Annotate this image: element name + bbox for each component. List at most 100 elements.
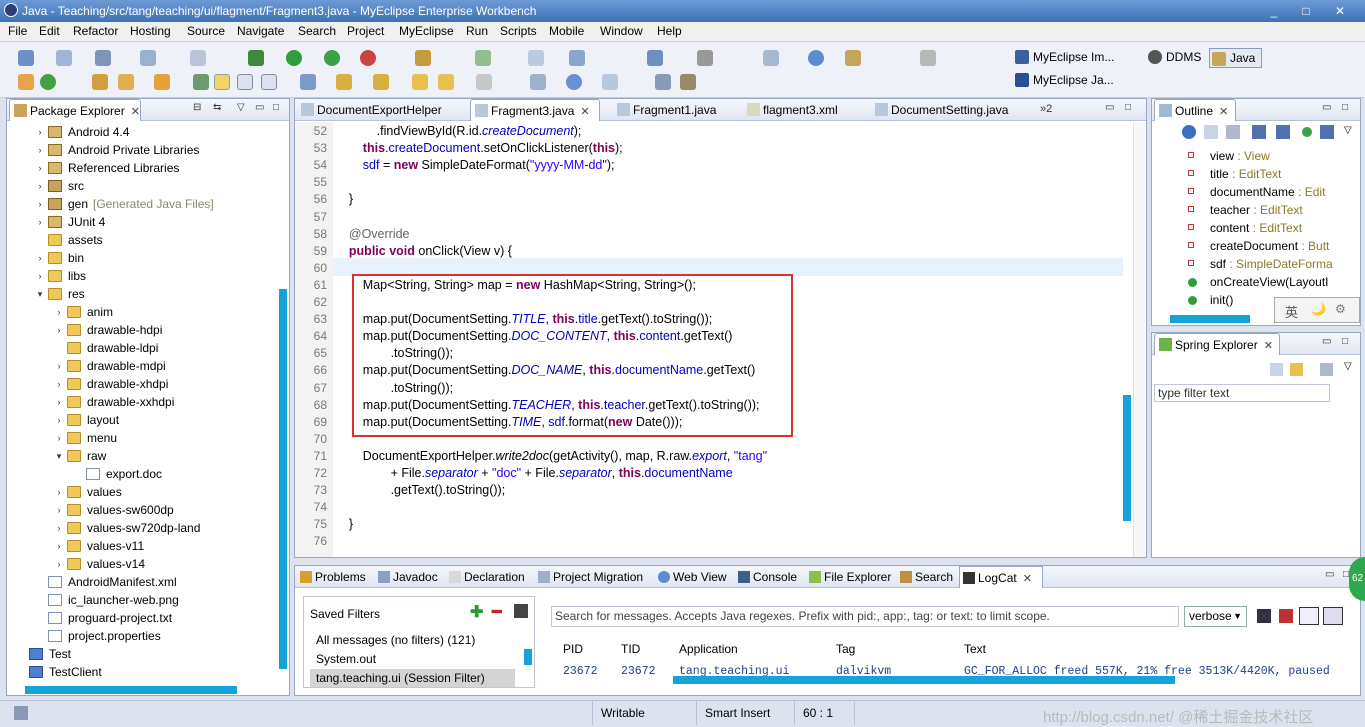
- globe-icon[interactable]: [808, 50, 824, 66]
- chevron-right-icon[interactable]: ›: [55, 429, 63, 447]
- block-icon[interactable]: [237, 74, 253, 90]
- run-icon[interactable]: [286, 50, 302, 66]
- open-folder-icon[interactable]: [92, 74, 108, 90]
- link-icon[interactable]: [1290, 363, 1303, 376]
- chevron-right-icon[interactable]: ›: [55, 321, 63, 339]
- view-menu-icon[interactable]: ▽: [1344, 361, 1352, 372]
- chevron-right-icon[interactable]: ›: [36, 177, 44, 195]
- last-edit-icon[interactable]: [412, 74, 428, 90]
- stop-icon[interactable]: [360, 50, 376, 66]
- col-tag[interactable]: Tag: [836, 642, 855, 656]
- menu-window[interactable]: Window: [600, 24, 643, 38]
- minimize-button[interactable]: _: [1265, 3, 1283, 19]
- chevron-right-icon[interactable]: ›: [55, 393, 63, 411]
- save-log-icon[interactable]: [1257, 609, 1271, 623]
- chevron-right-icon[interactable]: ›: [55, 303, 63, 321]
- web-icon[interactable]: [566, 74, 582, 90]
- tab-document-export-helper[interactable]: DocumentExportHelper: [297, 99, 467, 121]
- chevron-right-icon[interactable]: ›: [55, 483, 63, 501]
- code-line[interactable]: }: [335, 191, 353, 208]
- save-icon[interactable]: [56, 50, 72, 66]
- menu-project[interactable]: Project: [347, 24, 384, 38]
- close-tab-icon[interactable]: ✕: [580, 101, 589, 123]
- code-line[interactable]: DocumentExportHelper.write2doc(getActivi…: [335, 448, 767, 465]
- menu-help[interactable]: Help: [657, 24, 682, 38]
- outline-item[interactable]: teacher : EditText: [1188, 201, 1303, 219]
- forward-icon[interactable]: [476, 74, 492, 90]
- tab-package-explorer[interactable]: Package Explorer ✕: [9, 99, 141, 121]
- chevron-down-icon[interactable]: ▾: [36, 285, 44, 303]
- chevron-right-icon[interactable]: ›: [55, 519, 63, 537]
- window-icon[interactable]: [602, 74, 618, 90]
- print-icon[interactable]: [95, 50, 111, 66]
- notification-badge[interactable]: 62: [1349, 557, 1365, 601]
- minimize-view-icon[interactable]: ▭: [1322, 336, 1331, 347]
- menu-navigate[interactable]: Navigate: [237, 24, 284, 38]
- deploy-icon[interactable]: [190, 50, 206, 66]
- minimize-view-icon[interactable]: ▭: [1325, 569, 1334, 580]
- debug-icon[interactable]: [248, 50, 264, 66]
- code-line[interactable]: + File.separator + "doc" + File.separato…: [335, 465, 733, 482]
- new-class-icon[interactable]: [647, 50, 663, 66]
- tab-logcat[interactable]: LogCat ✕: [959, 566, 1043, 588]
- fast-view-icon[interactable]: [14, 706, 28, 720]
- sort-icon[interactable]: [1320, 363, 1333, 376]
- tab-spring-explorer[interactable]: Spring Explorer ✕: [1154, 333, 1280, 355]
- col-text[interactable]: Text: [964, 642, 986, 656]
- brush-icon[interactable]: [118, 74, 134, 90]
- chevron-right-icon[interactable]: ›: [36, 249, 44, 267]
- maximize-view-icon[interactable]: □: [273, 102, 279, 113]
- clear-log-icon[interactable]: [1279, 609, 1293, 623]
- outline-item[interactable]: title : EditText: [1188, 165, 1281, 183]
- camera-icon[interactable]: [697, 50, 713, 66]
- chevron-right-icon[interactable]: ›: [55, 411, 63, 429]
- package-explorer-hscrollbar[interactable]: [25, 686, 237, 694]
- close-icon[interactable]: ✕: [1023, 568, 1032, 590]
- pin-icon[interactable]: [300, 74, 316, 90]
- editor-scrollbar[interactable]: [1123, 395, 1131, 521]
- home-icon[interactable]: [530, 74, 546, 90]
- device-icon[interactable]: [655, 74, 671, 90]
- outline-item[interactable]: init(): [1188, 291, 1233, 309]
- perspective-java[interactable]: Java: [1209, 48, 1263, 68]
- col-pid[interactable]: PID: [563, 642, 583, 656]
- outline-hscrollbar[interactable]: [1170, 315, 1250, 323]
- package-explorer-scrollbar[interactable]: [279, 289, 287, 669]
- view-menu-icon[interactable]: ▽: [237, 102, 245, 113]
- tab-file-explorer[interactable]: File Explorer: [806, 566, 891, 588]
- prev-annotation-icon[interactable]: [373, 74, 389, 90]
- close-icon[interactable]: ✕: [131, 101, 140, 123]
- chevron-right-icon[interactable]: ›: [36, 267, 44, 285]
- paragraph-icon[interactable]: [261, 74, 277, 90]
- col-application[interactable]: Application: [679, 642, 738, 656]
- toggle-filters-icon[interactable]: [1299, 607, 1319, 625]
- menu-edit[interactable]: Edit: [39, 24, 60, 38]
- menu-scripts[interactable]: Scripts: [500, 24, 537, 38]
- menu-refactor[interactable]: Refactor: [73, 24, 118, 38]
- minimize-view-icon[interactable]: ▭: [255, 102, 264, 113]
- more-tabs-button[interactable]: »2: [1040, 103, 1052, 115]
- log-hscrollbar[interactable]: [673, 676, 1175, 684]
- tab-declaration[interactable]: Declaration: [446, 566, 525, 588]
- chevron-right-icon[interactable]: ›: [36, 159, 44, 177]
- perspective-myeclipse-im[interactable]: MyEclipse Im...: [1013, 47, 1114, 67]
- perspective-myeclipse-ja[interactable]: MyEclipse Ja...: [1013, 70, 1114, 90]
- logcat-search-input[interactable]: Search for messages. Accepts Java regexe…: [551, 606, 1179, 627]
- edit-filter-icon[interactable]: [514, 604, 528, 618]
- collapse-icon[interactable]: [1270, 363, 1283, 376]
- menu-file[interactable]: File: [8, 24, 27, 38]
- outline-item[interactable]: onCreateView(LayoutI: [1188, 273, 1329, 291]
- tab-fragment3[interactable]: Fragment3.java ✕: [470, 99, 600, 121]
- android-sdk-icon[interactable]: [415, 50, 431, 66]
- chevron-right-icon[interactable]: ›: [55, 375, 63, 393]
- code-line[interactable]: sdf = new SimpleDateFormat("yyyy-MM-dd")…: [335, 157, 615, 174]
- hammer-icon[interactable]: [680, 74, 696, 90]
- ime-english-label[interactable]: 英: [1285, 302, 1298, 321]
- nav-back-icon[interactable]: [920, 50, 936, 66]
- menu-search[interactable]: Search: [298, 24, 336, 38]
- open-type-icon[interactable]: [528, 50, 544, 66]
- code-line[interactable]: @Override: [335, 226, 410, 243]
- col-tid[interactable]: TID: [621, 642, 640, 656]
- code-line[interactable]: this.createDocument.setOnClickListener(t…: [335, 140, 623, 157]
- filter-all-messages[interactable]: All messages (no filters) (121): [316, 633, 475, 647]
